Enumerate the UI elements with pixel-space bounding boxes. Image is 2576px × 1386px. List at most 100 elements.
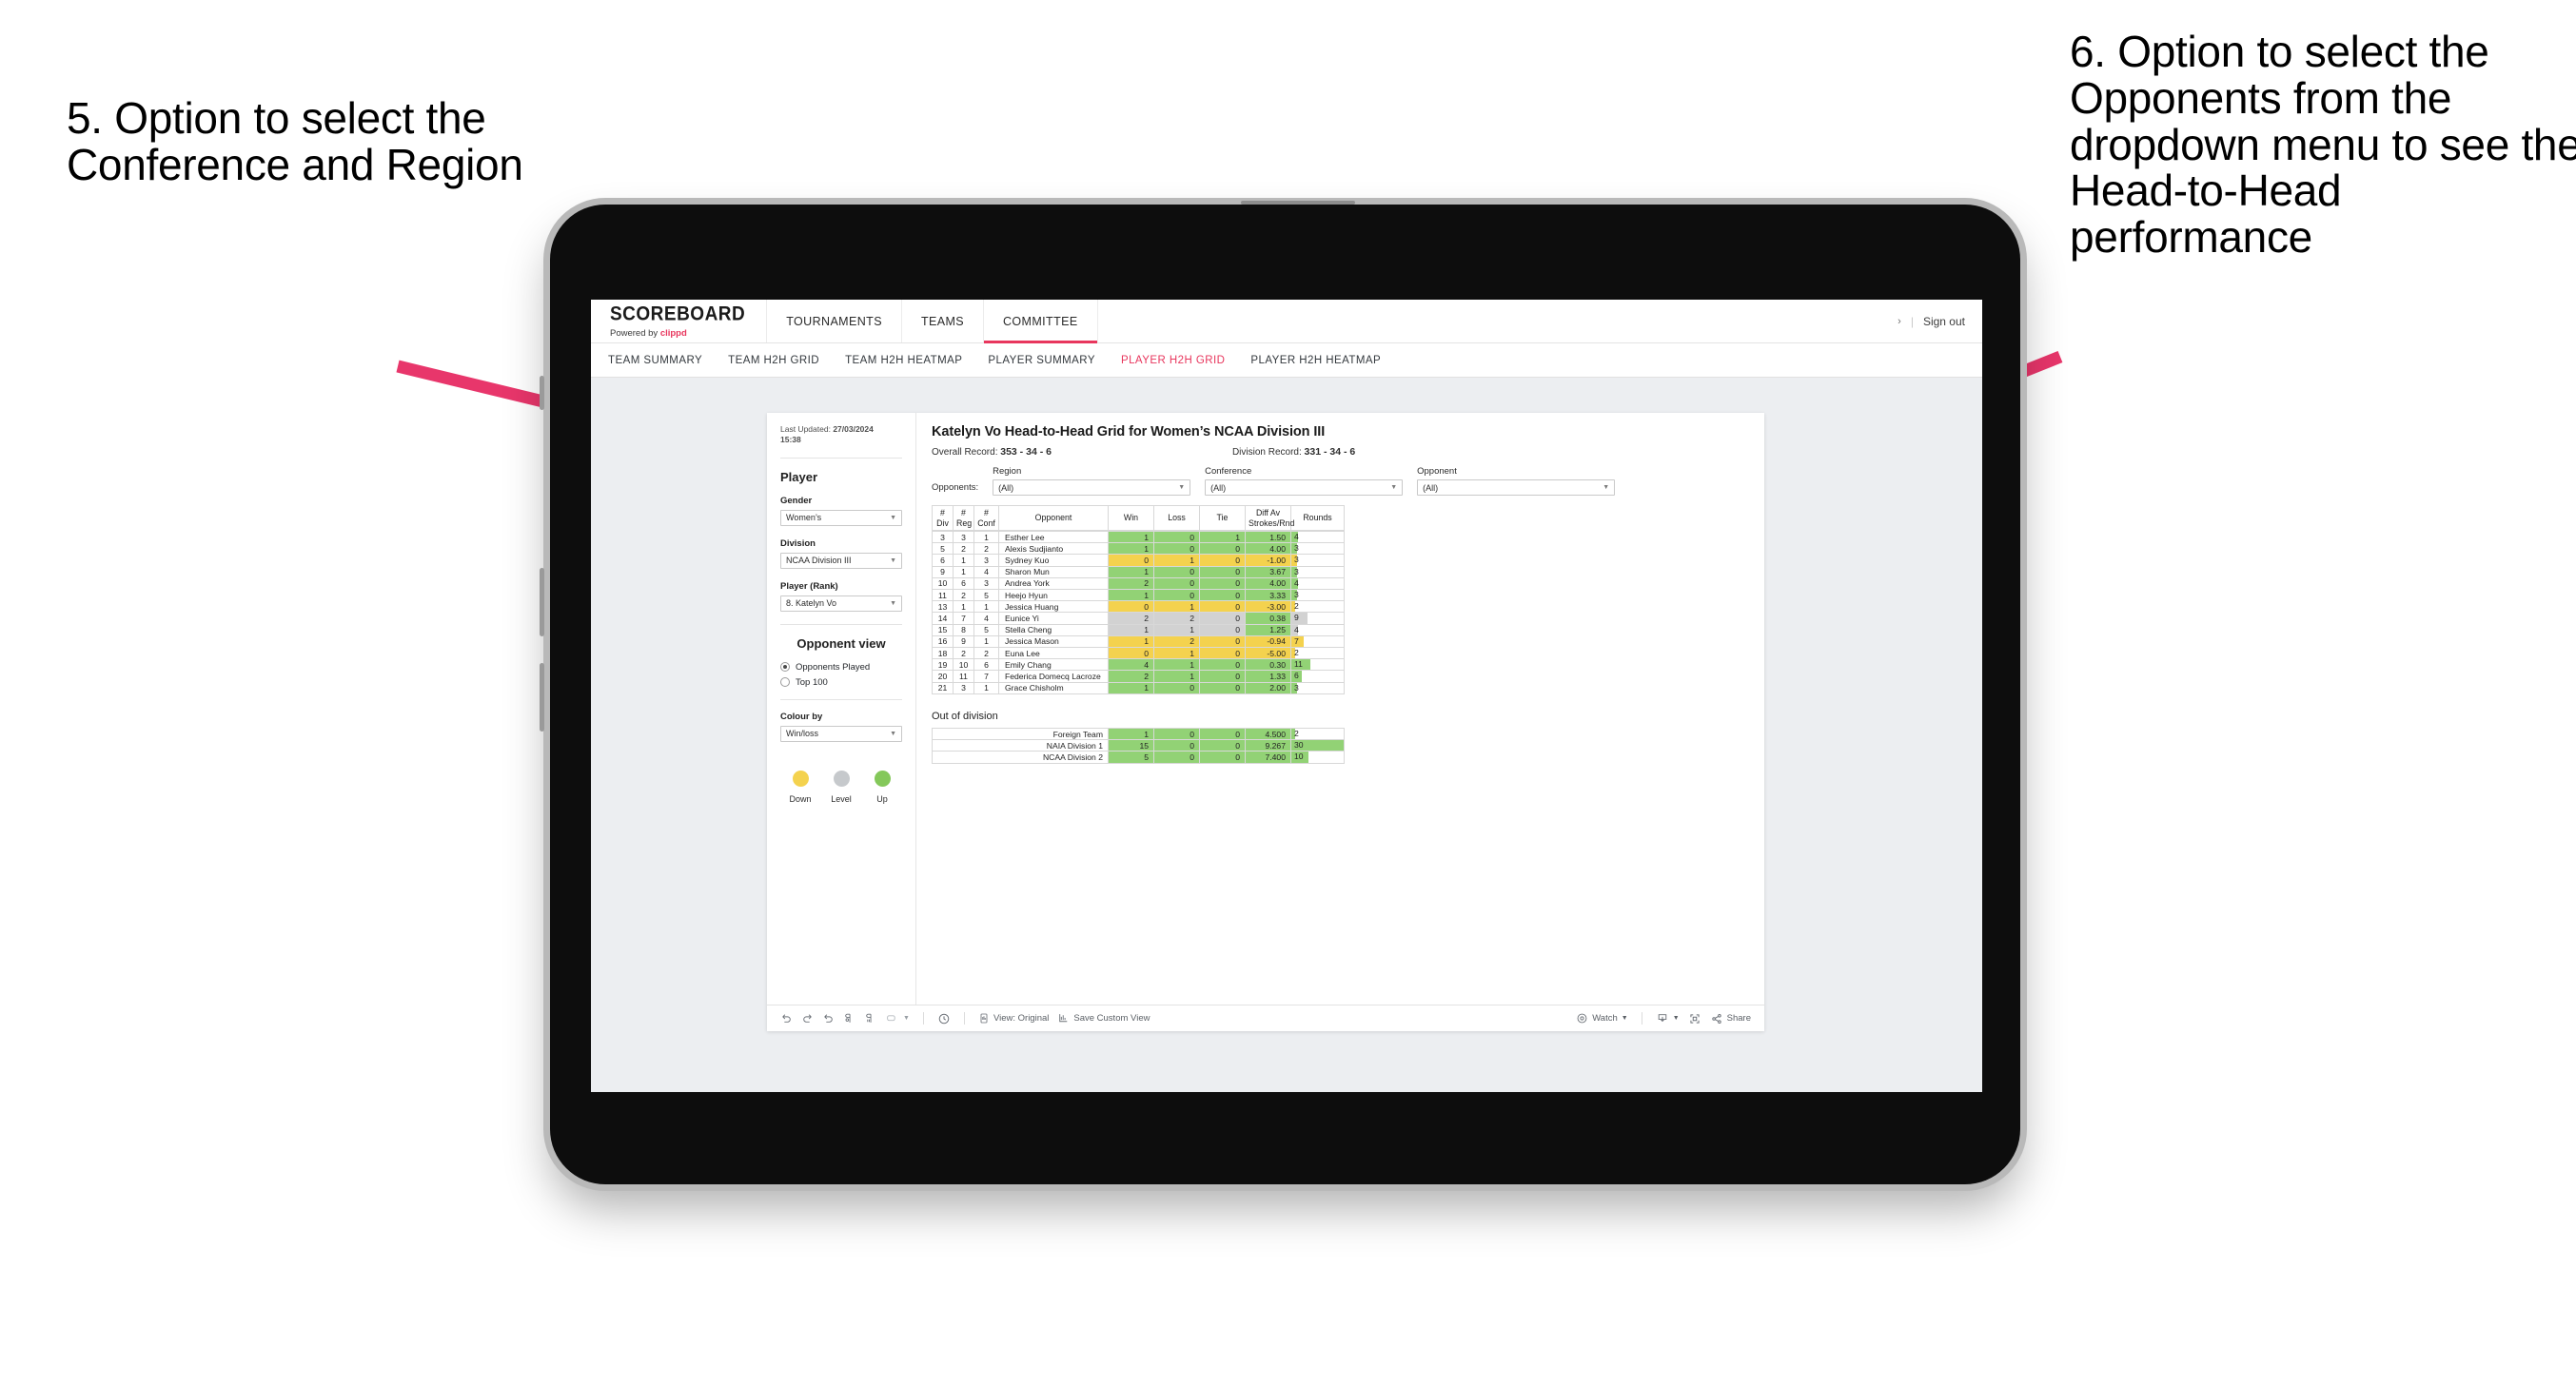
out-of-division-row[interactable]: NAIA Division 1 15 0 0 9.267 30: [932, 739, 1345, 752]
cell-reg: 1: [953, 565, 974, 578]
tab-player-h2h-heatmap[interactable]: PLAYER H2H HEATMAP: [1250, 355, 1381, 366]
nav-item-committee[interactable]: COMMITTEE: [984, 300, 1098, 343]
h2h-grid-rows: 3 3 1 Esther Lee 1 0 1 1.50 4 5 2 2 Alexis Sudjianto…: [932, 531, 1345, 694]
device-layout-icon[interactable]: ▼: [885, 1012, 910, 1025]
tab-team-h2h-grid[interactable]: TEAM H2H GRID: [728, 355, 819, 366]
chevron-down-icon: ▼: [1390, 484, 1398, 491]
cell-diff-av: 1.25: [1245, 623, 1291, 636]
table-row[interactable]: 6 1 3 Sydney Kuo 0 1 0 -1.00 3: [932, 554, 1345, 567]
col-win[interactable]: Win: [1108, 505, 1154, 531]
brand-powered-prefix: Powered by: [610, 327, 659, 339]
cell-opponent: Alexis Sudjianto: [998, 542, 1109, 556]
workbook-canvas: Last Updated: 27/03/2024 15:38 Player Ge…: [591, 379, 1982, 1092]
view-original-button[interactable]: View: Original: [978, 1012, 1049, 1025]
device-button-volume-down[interactable]: [540, 663, 544, 732]
chevron-right-icon[interactable]: ›: [1898, 316, 1901, 327]
save-custom-view-button[interactable]: Save Custom View: [1057, 1012, 1150, 1025]
col-loss[interactable]: Loss: [1153, 505, 1200, 531]
table-row[interactable]: 14 7 4 Eunice Yi 2 2 0 0.38 9: [932, 612, 1345, 625]
nav-item-tournaments[interactable]: TOURNAMENTS: [767, 300, 902, 342]
filter-colour-by-select[interactable]: Win/loss ▼: [780, 725, 902, 742]
cell-conf: 7: [973, 670, 999, 683]
table-row[interactable]: 18 2 2 Euna Lee 0 1 0 -5.00 2: [932, 647, 1345, 660]
table-row[interactable]: 5 2 2 Alexis Sudjianto 1 0 0 4.00 3: [932, 542, 1345, 556]
cell-diff-av: 4.00: [1245, 542, 1291, 556]
watch-button[interactable]: Watch ▼: [1576, 1012, 1628, 1025]
cell-ood-opponent: Foreign Team: [932, 727, 1109, 741]
share-button[interactable]: Share: [1710, 1012, 1751, 1025]
table-row[interactable]: 13 1 1 Jessica Huang 0 1 0 -3.00 2: [932, 600, 1345, 614]
filter-opponent-select[interactable]: (All) ▼: [1417, 479, 1616, 496]
table-row[interactable]: 11 2 5 Heejo Hyun 1 0 0 3.33 3: [932, 589, 1345, 602]
col-opponent[interactable]: Opponent: [998, 505, 1109, 531]
history-icon[interactable]: [937, 1012, 951, 1025]
cell-rounds: 4: [1290, 623, 1345, 636]
device-button-volume-up[interactable]: [540, 568, 544, 636]
opponent-filters: Opponents: Region (All) ▼ Conference (Al…: [932, 466, 1749, 496]
out-of-division-row[interactable]: NCAA Division 2 5 0 0 7.400 10: [932, 751, 1345, 764]
cell-tie: 0: [1199, 623, 1246, 636]
cell-reg: 10: [953, 658, 974, 672]
filter-region-label: Region: [993, 466, 1022, 477]
tab-team-summary[interactable]: TEAM SUMMARY: [608, 355, 702, 366]
undo-icon[interactable]: [780, 1012, 793, 1025]
cell-opponent: Sydney Kuo: [998, 554, 1109, 567]
cell-tie: 0: [1199, 542, 1246, 556]
redo-icon[interactable]: [801, 1012, 814, 1025]
cell-conf: 5: [973, 589, 999, 602]
col-div[interactable]: # Div: [932, 505, 954, 531]
out-of-division-row[interactable]: Foreign Team 1 0 0 4.500 2: [932, 727, 1345, 741]
cell-tie: 0: [1199, 681, 1246, 694]
cell-tie: 0: [1199, 658, 1246, 672]
table-row[interactable]: 3 3 1 Esther Lee 1 0 1 1.50 4: [932, 531, 1345, 544]
cell-diff-av: 3.33: [1245, 589, 1291, 602]
filter-player-rank-select[interactable]: 8. Katelyn Vo ▼: [780, 595, 902, 612]
tab-player-summary[interactable]: PLAYER SUMMARY: [988, 355, 1095, 366]
table-row[interactable]: 10 6 3 Andrea York 2 0 0 4.00 4: [932, 576, 1345, 591]
table-row[interactable]: 9 1 4 Sharon Mun 1 0 0 3.67 3: [932, 565, 1345, 578]
refresh-data-icon[interactable]: [843, 1012, 855, 1025]
table-row[interactable]: 20 11 7 Federica Domecq Lacroze 2 1 0 1.33 6: [932, 670, 1345, 683]
pause-updates-icon[interactable]: [864, 1012, 876, 1025]
sign-out-button[interactable]: Sign out: [1923, 315, 1965, 328]
nav-item-teams[interactable]: TEAMS: [902, 300, 984, 342]
brand-logo[interactable]: SCOREBOARD Powered by clippd: [591, 300, 768, 342]
filter-region-select[interactable]: (All) ▼: [993, 479, 1191, 496]
filter-opponent-value: (All): [1423, 482, 1439, 493]
cell-loss: 1: [1153, 554, 1200, 567]
table-row[interactable]: 19 10 6 Emily Chang 4 1 0 0.30 11: [932, 658, 1345, 672]
h2h-grid-scroll-area[interactable]: 3 3 1 Esther Lee 1 0 1 1.50 4 5 2 2 Alexis Sudjianto…: [932, 531, 1749, 697]
radio-top-100-label: Top 100: [796, 676, 828, 688]
cell-rounds: 2: [1290, 647, 1345, 660]
tab-player-h2h-grid[interactable]: PLAYER H2H GRID: [1121, 355, 1225, 366]
col-diff-av[interactable]: Diff Av Strokes/Rnd: [1245, 505, 1294, 531]
cell-diff-av: -0.94: [1245, 634, 1291, 649]
fullscreen-icon[interactable]: [1688, 1012, 1701, 1025]
col-tie[interactable]: Tie: [1199, 505, 1246, 531]
filter-gender-select[interactable]: Women’s ▼: [780, 509, 902, 526]
device-button-power[interactable]: [540, 376, 544, 410]
last-updated-time: 15:38: [780, 435, 801, 445]
col-reg[interactable]: # Reg: [953, 505, 974, 531]
revert-icon[interactable]: [822, 1012, 835, 1025]
legend-item-down: Down: [784, 770, 816, 804]
cell-conf: 4: [973, 612, 999, 625]
cell-win: 2: [1108, 612, 1154, 625]
table-row-partial[interactable]: 21 3 1 Grace Chisholm 1 0 0 2.00 3: [932, 681, 1345, 694]
cell-tie: 0: [1199, 634, 1246, 649]
radio-opponents-played[interactable]: Opponents Played: [780, 662, 902, 673]
col-conf[interactable]: # Conf: [973, 505, 999, 531]
col-rounds[interactable]: Rounds: [1290, 505, 1345, 531]
tab-team-h2h-heatmap[interactable]: TEAM H2H HEATMAP: [845, 355, 962, 366]
cell-rounds: 3: [1290, 589, 1345, 602]
download-button[interactable]: ▼: [1656, 1012, 1680, 1025]
filter-conference-select[interactable]: (All) ▼: [1205, 479, 1404, 496]
filter-division: Division NCAA Division III ▼: [780, 538, 902, 569]
radio-top-100[interactable]: Top 100: [780, 677, 902, 688]
table-row[interactable]: 15 8 5 Stella Cheng 1 1 0 1.25 4: [932, 623, 1345, 636]
dashboard-main: Katelyn Vo Head-to-Head Grid for Women’s…: [916, 413, 1764, 1005]
cell-tie: 0: [1199, 576, 1246, 591]
table-row[interactable]: 16 9 1 Jessica Mason 1 2 0 -0.94 7: [932, 634, 1345, 649]
filter-division-select[interactable]: NCAA Division III ▼: [780, 552, 902, 569]
cell-win: 5: [1108, 751, 1154, 764]
